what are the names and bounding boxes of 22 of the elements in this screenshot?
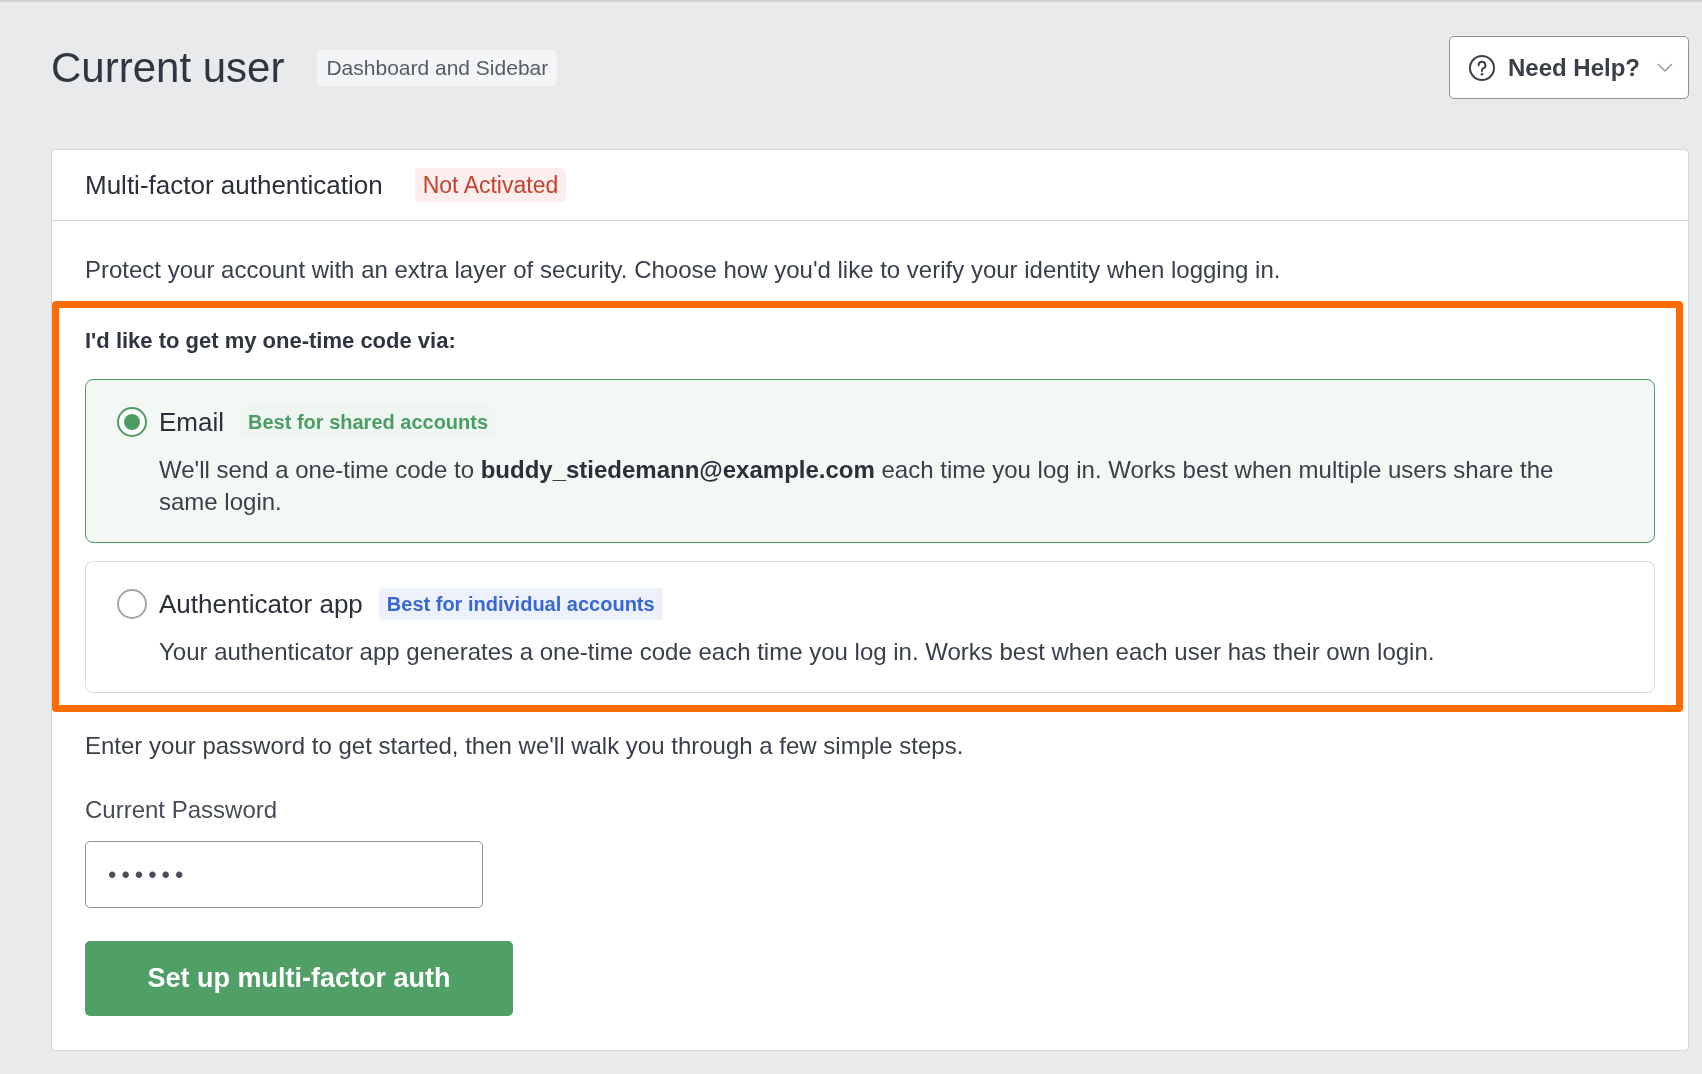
option-card[interactable]: Authenticator app Best for individual accounts Your authenticator app generates a one-time code each time you log in. Works best when each user has their own login. (85, 561, 1655, 693)
chevron-down-icon (1657, 63, 1673, 72)
radio-button[interactable] (117, 407, 147, 437)
help-icon (1468, 54, 1495, 81)
radio-button[interactable] (117, 589, 147, 619)
password-field[interactable]: •••••• (85, 841, 483, 908)
option-tag: Best for individual accounts (378, 588, 663, 620)
help-button[interactable]: Need Help? (1448, 36, 1689, 99)
option-label: Email (159, 406, 224, 438)
option-tag: Best for shared accounts (240, 406, 497, 438)
option-card[interactable]: Email Best for shared accounts We'll send a one-time code to buddy_stiedemann@example.com each time you log in. Works best when multiple users share the same login. (85, 379, 1655, 543)
option-label: Authenticator app (159, 588, 363, 620)
status-badge: Not Activated (414, 168, 567, 202)
option-description: Your authenticator app generates a one-time code each time you log in. Works best when each user has their own login. (159, 637, 1436, 667)
intro-text: Protect your account with an extra layer of security. Choose how you'd like to verify your identity when logging in. (85, 255, 1282, 285)
page-title: Current user (51, 42, 285, 93)
option-description: We'll send a one-time code to buddy_stiedemann@example.com each time you log in. Works best when multiple users share the same login. (159, 455, 1555, 517)
context-badge: Dashboard and Sidebar (317, 49, 558, 86)
group-legend: I'd like to get my one-time code via: (85, 326, 1655, 356)
instructions-text: Enter your password to get started, then we'll walk you through a few simple steps. (85, 731, 965, 761)
card-title: Multi-factor authentication (85, 169, 383, 201)
field-label: Current Password (85, 795, 279, 825)
